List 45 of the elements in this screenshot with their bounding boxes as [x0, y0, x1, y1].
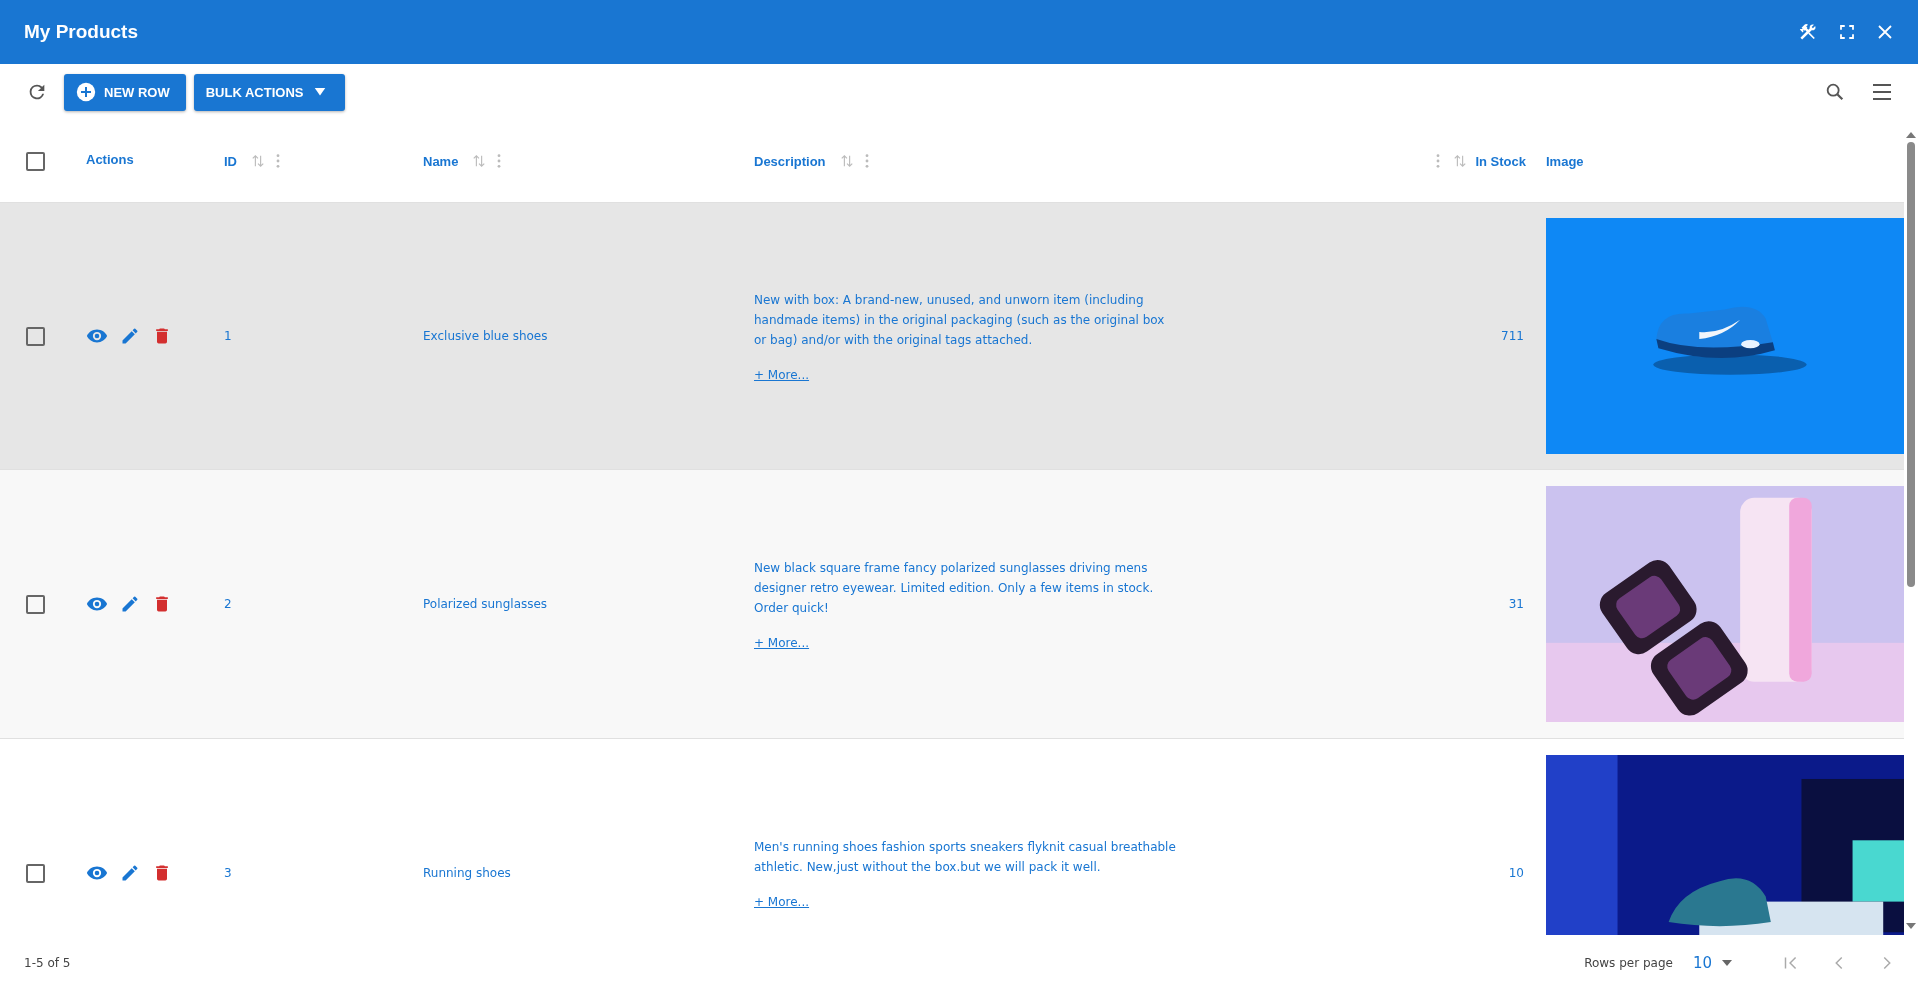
- stock-cell: 711: [1501, 329, 1524, 343]
- scroll-up-icon[interactable]: [1906, 132, 1916, 138]
- id-cell: 1: [224, 329, 232, 343]
- edit-icon[interactable]: [120, 863, 140, 883]
- column-header[interactable]: Actions: [86, 151, 134, 167]
- row-checkbox[interactable]: [26, 594, 45, 614]
- rows-per-page-select[interactable]: 10: [1686, 953, 1738, 973]
- stock-cell: 10: [1508, 866, 1524, 880]
- column-header[interactable]: Name: [423, 153, 459, 169]
- row-checkbox[interactable]: [26, 863, 45, 883]
- new-row-button[interactable]: NEW ROW: [64, 73, 186, 111]
- description-text: New with box: A brand-new, unused, and unworn item (including handmade items) in the original packaging (such as the original box or bag) and/or with the original tags attached.: [754, 292, 1166, 349]
- description-text: New black square frame fancy polarized sunglasses driving mens designer retro eyewear. Limited edition. Only a few items in stock. Order quick!: [754, 560, 1155, 617]
- more-link[interactable]: + More...: [754, 368, 810, 382]
- scroll-thumb[interactable]: [1907, 142, 1915, 587]
- window-title: My Products: [24, 21, 139, 43]
- highlighted-row[interactable]: [0, 203, 1904, 470]
- plus-circle-icon: [76, 82, 96, 102]
- table-row[interactable]: 2 Polarized sunglasses New black square frame fancy polarized sunglasses driving mens designer retro eyewear. Limited edition. Only a few items in stock. Order quick! + More... 31: [0, 470, 1904, 739]
- column-header[interactable]: Image: [1546, 153, 1584, 169]
- stock-cell: 31: [1508, 597, 1524, 611]
- scroll-down-icon[interactable]: [1906, 923, 1916, 929]
- rows-per-page-label: Rows per page: [1584, 956, 1673, 970]
- id-cell: 3: [224, 866, 232, 880]
- column-header[interactable]: ID: [224, 153, 237, 169]
- more-link[interactable]: + More...: [754, 895, 810, 909]
- page-range: 1-5 of 5: [24, 956, 71, 970]
- id-cell: 2: [224, 597, 232, 611]
- search-icon[interactable]: [1824, 81, 1846, 103]
- fullscreen-icon[interactable]: [1838, 23, 1856, 41]
- close-icon[interactable]: [1876, 23, 1894, 41]
- name-cell: Running shoes: [423, 866, 511, 880]
- column-header[interactable]: Description: [754, 153, 826, 169]
- more-link[interactable]: + More...: [754, 636, 810, 650]
- bulk-actions-button[interactable]: BULK ACTIONS: [193, 73, 346, 111]
- tools-icon[interactable]: [1798, 22, 1818, 42]
- select-all-checkbox[interactable]: [26, 151, 45, 171]
- row-checkbox[interactable]: [26, 326, 45, 346]
- description-text: Men's running shoes fashion sports sneakers flyknit casual breathable athletic. New,just without the box.but we will pack it well.: [754, 839, 1176, 876]
- edit-icon[interactable]: [120, 594, 140, 614]
- name-cell: Polarized sunglasses: [423, 597, 548, 611]
- column-header[interactable]: In Stock: [1475, 153, 1526, 169]
- edit-icon[interactable]: [120, 326, 140, 346]
- caret-icon: [1722, 960, 1732, 966]
- name-cell: Exclusive blue shoes: [423, 329, 548, 343]
